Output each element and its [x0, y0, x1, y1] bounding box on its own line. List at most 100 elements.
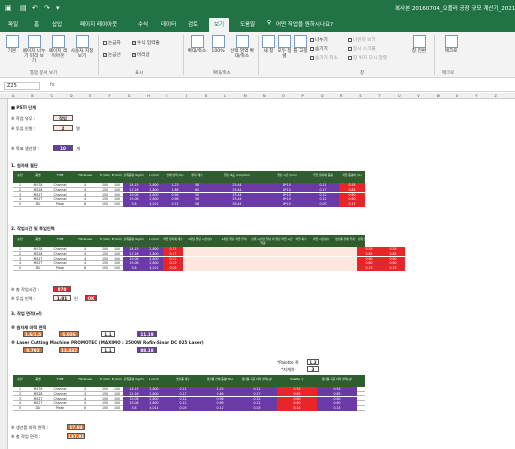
- arrange-all-button[interactable]: 모두 정렬: [277, 35, 292, 59]
- zoom-button[interactable]: 확대/축소: [187, 35, 207, 54]
- table-cell[interactable]: DU: [27, 202, 49, 207]
- hide-button[interactable]: 숨기기: [310, 46, 328, 52]
- people-cell[interactable]: 1.81: [53, 295, 71, 301]
- table-cell[interactable]: 8: [71, 406, 99, 411]
- table-cell[interactable]: 8: [71, 202, 99, 207]
- table-cell[interactable]: 100: [111, 266, 123, 271]
- table-cell[interactable]: DU: [27, 266, 49, 271]
- table-cell[interactable]: 28.44: [207, 202, 267, 207]
- table-cell[interactable]: [251, 266, 275, 271]
- table-cell[interactable]: [275, 266, 293, 271]
- table-cell[interactable]: 0.12: [163, 202, 187, 207]
- switch-windows-button[interactable]: 창 전환: [408, 35, 430, 54]
- tab-home[interactable]: 홈: [34, 20, 39, 28]
- table-cell[interactable]: 100: [111, 202, 123, 207]
- table-cell[interactable]: [183, 266, 217, 271]
- name-box[interactable]: Z25: [4, 82, 40, 90]
- table-cell[interactable]: 100: [111, 406, 123, 411]
- tab-view[interactable]: 보기: [209, 18, 230, 32]
- work-type-cell[interactable]: 작업: [53, 115, 73, 121]
- page-layout-view-button[interactable]: 페이지 레이아웃: [47, 35, 69, 59]
- table-cell[interactable]: DU: [27, 406, 49, 411]
- page-break-preview-button[interactable]: 페이지 나누기 미리 보기: [22, 35, 46, 64]
- table-cell[interactable]: 3.8: [123, 266, 145, 271]
- tab-review[interactable]: 검토: [188, 20, 198, 28]
- table-cell[interactable]: 4,011: [145, 406, 163, 411]
- reset-window-position-button[interactable]: 창 위치 다시 정렬: [348, 55, 387, 61]
- tab-file[interactable]: 파일: [8, 20, 18, 28]
- worksheet[interactable]: ■ PSTl 단계 ※ 작업 유무 : 작업 ※ 투입 인원 : 2 명 ※ 목…: [9, 99, 509, 449]
- total-area-cell[interactable]: 137.91: [67, 433, 85, 439]
- table-cell[interactable]: 5: [13, 202, 27, 207]
- table-cell[interactable]: 100: [99, 406, 111, 411]
- table-cell[interactable]: Plate: [49, 406, 71, 411]
- total-hours-cell[interactable]: 870: [53, 286, 71, 292]
- unhide-button[interactable]: 숨기기 취소: [310, 55, 338, 61]
- tab-data[interactable]: 데이터: [161, 20, 176, 28]
- split-button[interactable]: 나누기: [310, 37, 328, 43]
- normal-view-button[interactable]: 기본: [3, 35, 21, 54]
- table-row[interactable]: 5 DU Plate 8 100 100 3.8 4,011 0.12 58 28.44 8*10 0.…: [13, 202, 365, 207]
- table-cell[interactable]: 0.03: [163, 406, 203, 411]
- area-value-1[interactable]: 1.6/1.5: [23, 331, 43, 337]
- synchronous-scroll-button[interactable]: 동시 스크롤: [348, 46, 376, 52]
- table-cell[interactable]: 3.8: [123, 406, 145, 411]
- gridlines-checkbox[interactable]: ✓눈금선: [103, 52, 121, 58]
- table-cell[interactable]: 58: [187, 202, 207, 207]
- headings-checkbox[interactable]: ✓머리글: [132, 52, 150, 58]
- laser-value-4[interactable]: 88.18: [137, 347, 157, 353]
- table-cell[interactable]: 0.12: [203, 406, 237, 411]
- table-cell[interactable]: [333, 266, 357, 271]
- zoom-selection-button[interactable]: 선택 영역 확대/축소: [229, 35, 255, 59]
- target-qty-cell[interactable]: 10: [53, 145, 73, 151]
- tell-me-icon[interactable]: ♀: [267, 20, 271, 26]
- tab-page-layout[interactable]: 페이지 레이아웃: [80, 20, 117, 28]
- view-side-by-side-button[interactable]: 나란히 보기: [348, 37, 376, 43]
- area-value-3[interactable]: 1.1: [101, 331, 115, 337]
- tab-insert[interactable]: 삽입: [52, 20, 62, 28]
- table-cell[interactable]: 100: [99, 202, 111, 207]
- formula-bar-checkbox[interactable]: ✓수식 입력줄: [132, 40, 160, 46]
- palette-cell[interactable]: 1.3: [307, 359, 319, 365]
- table-cell[interactable]: 5: [13, 406, 27, 411]
- table-cell[interactable]: 4,011: [145, 266, 163, 271]
- tab-help[interactable]: 도움말: [240, 20, 255, 28]
- table-row[interactable]: 5 DU Plate 8 100 100 3.8 4,011 0.03 0.12 0.03 0.15 0…: [13, 406, 365, 411]
- laser-value-3[interactable]: 1.1: [101, 347, 115, 353]
- forklift-cell[interactable]: 3: [307, 366, 319, 372]
- new-window-button[interactable]: 새 창: [261, 35, 276, 54]
- table-cell[interactable]: 100: [99, 266, 111, 271]
- fx-icon[interactable]: fx: [50, 82, 55, 88]
- redo-icon[interactable]: ↷: [44, 3, 50, 13]
- table-cell[interactable]: Plate: [49, 202, 71, 207]
- table-cell[interactable]: 5: [13, 266, 27, 271]
- table-cell[interactable]: 0.15: [317, 406, 357, 411]
- undo-icon[interactable]: ↶: [32, 3, 38, 13]
- table-cell[interactable]: 0.03: [163, 266, 183, 271]
- workers-cell[interactable]: 2: [53, 125, 73, 131]
- table-cell[interactable]: 0.15: [357, 266, 381, 271]
- table-cell[interactable]: 0.03: [307, 202, 339, 207]
- area-value-2[interactable]: 6.036: [59, 331, 79, 337]
- table-cell[interactable]: [217, 266, 251, 271]
- table-cell[interactable]: [293, 266, 309, 271]
- laser-value-1[interactable]: 0.792: [23, 347, 43, 353]
- tab-formulas[interactable]: 수식: [138, 20, 148, 28]
- table-cell[interactable]: [309, 266, 333, 271]
- table-row[interactable]: 5 DU Plate 8 100 100 3.8 4,011 0.03 0.15 0.15: [13, 266, 405, 271]
- ruler-checkbox[interactable]: 눈금자: [103, 40, 121, 46]
- table-cell[interactable]: 0.15: [277, 406, 317, 411]
- table-cell[interactable]: 0.15: [381, 266, 405, 271]
- freeze-panes-button[interactable]: 틀 고정: [293, 35, 308, 54]
- table-cell[interactable]: 8: [71, 266, 99, 271]
- table-cell[interactable]: 0.15: [339, 202, 365, 207]
- custom-views-button[interactable]: 사용자 지정 보기: [70, 35, 94, 59]
- table-cell[interactable]: 8*10: [267, 202, 307, 207]
- customize-qat-icon[interactable]: ▾: [56, 3, 60, 13]
- macros-button[interactable]: 매크로: [440, 35, 462, 54]
- zoom-100-button[interactable]: 100%: [208, 35, 228, 54]
- table-cell[interactable]: Plate: [49, 266, 71, 271]
- product-area-cell[interactable]: 17.84: [67, 424, 85, 430]
- table-cell[interactable]: 4,011: [145, 202, 163, 207]
- area-value-4[interactable]: 11.19: [137, 331, 157, 337]
